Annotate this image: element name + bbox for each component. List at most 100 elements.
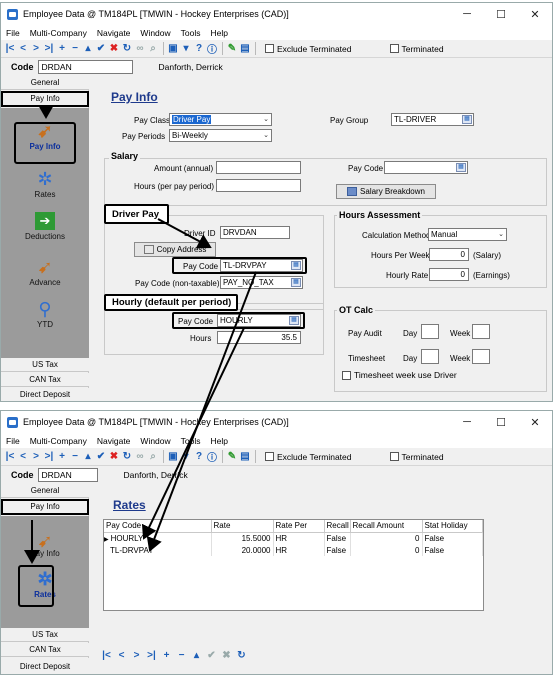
up-icon[interactable]: ▴	[82, 42, 94, 56]
sidebar-tab-general[interactable]: General	[1, 76, 89, 90]
pay-periods-select[interactable]: Bi-Weekly ⌄	[169, 129, 272, 142]
first-record-icon[interactable]: |<	[4, 450, 16, 464]
sidebar-item-pay-info[interactable]: ➹ Pay Info	[1, 531, 89, 559]
refresh-icon[interactable]: ↻	[121, 42, 133, 56]
hourly-pay-code-input[interactable]: HOURLY ▦	[217, 314, 301, 327]
add-icon[interactable]: +	[56, 450, 68, 464]
salary-breakdown-button[interactable]: Salary Breakdown	[336, 184, 436, 199]
sidebar-tab-pay-info[interactable]: Pay Info	[1, 91, 89, 107]
calc-method-select[interactable]: Manual ⌄	[428, 228, 507, 241]
zoom-icon[interactable]: ⌕	[147, 450, 159, 464]
timesheet-day-input[interactable]	[421, 349, 439, 364]
close-button[interactable]: ✕	[518, 3, 552, 25]
screen-menu-icon[interactable]: ▣	[167, 450, 179, 464]
form-icon[interactable]: ▤	[239, 450, 251, 464]
info-icon[interactable]: ⓘ	[206, 450, 218, 464]
sidebar-tab-pay-info[interactable]: Pay Info	[1, 499, 89, 515]
menu-multi-company[interactable]: Multi-Company	[30, 28, 87, 38]
cell-pay-code[interactable]: TL-DRVPAY	[104, 544, 212, 556]
delete-icon[interactable]: −	[175, 649, 188, 662]
timesheet-week-input[interactable]	[472, 349, 490, 364]
first-record-icon[interactable]: |<	[4, 42, 16, 56]
column-stat-holiday[interactable]: Stat Holiday	[422, 520, 483, 533]
salary-hours-input[interactable]	[216, 179, 301, 192]
sidebar-item-deductions[interactable]: ➔ Deductions	[1, 210, 89, 241]
column-recall-amount[interactable]: Recall Amount	[350, 520, 423, 533]
sidebar-tab-us-tax[interactable]: US Tax	[1, 358, 89, 372]
menu-window[interactable]: Window	[140, 28, 170, 38]
driver-id-input[interactable]: DRVDAN	[220, 226, 290, 239]
sidebar-item-advance[interactable]: ➹ Advance	[1, 256, 89, 288]
cell-recall[interactable]: False	[324, 544, 351, 556]
timesheet-use-driver-checkbox[interactable]: Timesheet week use Driver	[342, 370, 457, 380]
lookup-icon[interactable]: ▦	[289, 316, 299, 325]
code-input[interactable]: DRDAN	[37, 468, 98, 482]
column-rate-per[interactable]: Rate Per	[273, 520, 325, 533]
form-icon[interactable]: ▤	[239, 42, 251, 56]
add-icon[interactable]: +	[56, 42, 68, 56]
pay-audit-day-input[interactable]	[421, 324, 439, 339]
cell-recall-amount[interactable]: 0	[350, 532, 423, 544]
save-check-icon[interactable]: ✔	[95, 450, 107, 464]
close-button[interactable]: ✕	[518, 411, 552, 433]
pay-audit-week-input[interactable]	[472, 324, 490, 339]
table-row[interactable]: TL-DRVPAY 20.0000 HR False 0 False	[104, 544, 483, 556]
maximize-button[interactable]: ☐	[484, 3, 518, 25]
save-check-icon[interactable]: ✔	[205, 649, 218, 662]
prev-record-icon[interactable]: <	[17, 42, 29, 56]
sidebar-tab-direct-deposit[interactable]: Direct Deposit	[1, 658, 89, 674]
sidebar-item-ytd[interactable]: ⚲ YTD	[1, 298, 89, 330]
menu-navigate[interactable]: Navigate	[97, 28, 131, 38]
last-record-icon[interactable]: >|	[43, 42, 55, 56]
cancel-x-icon[interactable]: ✖	[220, 649, 233, 662]
cell-stat-holiday[interactable]: False	[422, 532, 483, 544]
delete-icon[interactable]: −	[69, 450, 81, 464]
next-record-icon[interactable]: >	[30, 450, 42, 464]
pay-class-select[interactable]: Driver Pay ⌄	[169, 113, 272, 126]
lookup-icon[interactable]: ▦	[462, 115, 472, 124]
menu-window[interactable]: Window	[140, 436, 170, 446]
sidebar-tab-can-tax[interactable]: CAN Tax	[1, 643, 89, 657]
copy-address-button[interactable]: Copy Address	[134, 242, 216, 257]
column-recall[interactable]: Recall	[324, 520, 351, 533]
maximize-button[interactable]: ☐	[484, 411, 518, 433]
refresh-icon[interactable]: ↻	[121, 450, 133, 464]
delete-icon[interactable]: −	[69, 42, 81, 56]
zoom-icon[interactable]: ⌕	[147, 42, 159, 56]
driver-pay-code-input[interactable]: TL-DRVPAY ▦	[220, 259, 303, 272]
help-icon[interactable]: ?	[193, 42, 205, 56]
up-icon[interactable]: ▴	[190, 649, 203, 662]
notes-icon[interactable]: ✎	[226, 450, 238, 464]
lookup-icon[interactable]: ▦	[456, 163, 466, 172]
cell-stat-holiday[interactable]: False	[422, 544, 483, 556]
prev-record-icon[interactable]: <	[115, 649, 128, 662]
menu-navigate[interactable]: Navigate	[97, 436, 131, 446]
terminated-checkbox[interactable]: Terminated	[389, 452, 444, 462]
help-icon[interactable]: ?	[193, 450, 205, 464]
salary-pay-code-input[interactable]: ▦	[384, 161, 468, 174]
notes-icon[interactable]: ✎	[226, 42, 238, 56]
menu-tools[interactable]: Tools	[181, 436, 201, 446]
cell-rate[interactable]: 20.0000	[211, 544, 274, 556]
hourly-hours-input[interactable]: 35.5	[217, 331, 301, 344]
cancel-x-icon[interactable]: ✖	[108, 450, 120, 464]
pay-group-input[interactable]: TL-DRIVER ▦	[391, 113, 474, 126]
terminated-checkbox[interactable]: Terminated	[389, 44, 444, 54]
menu-multi-company[interactable]: Multi-Company	[30, 436, 87, 446]
sidebar-tab-us-tax[interactable]: US Tax	[1, 628, 89, 642]
menu-help[interactable]: Help	[211, 436, 228, 446]
sidebar-tab-can-tax[interactable]: CAN Tax	[1, 373, 89, 387]
column-pay-code[interactable]: Pay Code	[104, 520, 212, 533]
info-icon[interactable]: ⓘ	[206, 42, 218, 56]
salary-amount-input[interactable]	[216, 161, 301, 174]
exclude-terminated-checkbox[interactable]: Exclude Terminated	[265, 44, 352, 54]
dropdown-icon[interactable]: ▾	[180, 42, 192, 56]
refresh-icon[interactable]: ↻	[235, 649, 248, 662]
lookup-icon[interactable]: ▦	[291, 261, 301, 270]
save-check-icon[interactable]: ✔	[95, 42, 107, 56]
hours-per-week-input[interactable]: 0	[429, 248, 469, 261]
last-record-icon[interactable]: >|	[43, 450, 55, 464]
sidebar-tab-general[interactable]: General	[1, 484, 89, 498]
up-icon[interactable]: ▴	[82, 450, 94, 464]
menu-tools[interactable]: Tools	[181, 28, 201, 38]
